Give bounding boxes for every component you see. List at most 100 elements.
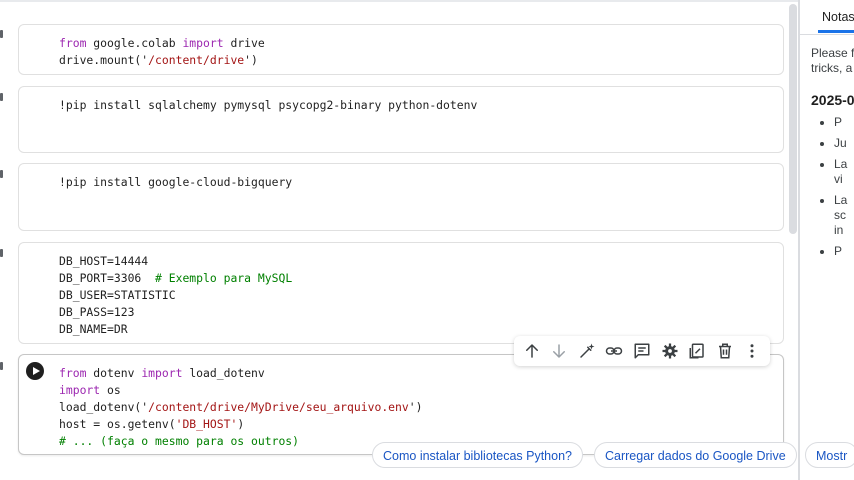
release-note-item: La xyxy=(819,157,848,171)
arrow-down-icon xyxy=(553,344,566,358)
code-line: load_dotenv( '/content/drive/MyDrive/seu_… xyxy=(59,399,422,416)
code-token: ' xyxy=(244,53,252,67)
arrow-up-icon xyxy=(525,344,538,358)
code-token: 'DB_HOST' xyxy=(175,417,238,431)
gear-icon xyxy=(662,343,677,359)
comment-icon xyxy=(634,343,650,359)
intro-line: Please f xyxy=(811,46,854,60)
notebook-area: from google.colab import drive drive.moun… xyxy=(0,0,798,480)
release-note-item: P xyxy=(819,244,843,258)
suggestion-chip-more[interactable]: Mostr xyxy=(805,442,854,468)
release-date-heading: 2025-0 xyxy=(811,92,854,108)
code-token: drive.mount( xyxy=(59,53,142,67)
delete-cell-button[interactable] xyxy=(713,339,737,363)
add-comment-button[interactable] xyxy=(630,339,654,363)
code-cell-active[interactable]: from dotenv import load_dotenv import os l… xyxy=(18,354,784,455)
cell-gutter-marker xyxy=(0,362,3,370)
code-token: load_dotenv xyxy=(182,366,265,380)
code-token: google.colab xyxy=(86,36,183,50)
code-cell[interactable]: !pip install sqlalchemy pymysql psycopg2… xyxy=(18,86,784,153)
code-line: DB_PASS=123 xyxy=(59,304,292,321)
code-token: DB_HOST=14444 xyxy=(59,254,149,268)
code-editor[interactable]: from google.colab import drive drive.moun… xyxy=(59,35,265,69)
code-line: !pip install sqlalchemy pymysql psycopg2… xyxy=(59,97,477,114)
release-notes-intro: Please f tricks, a xyxy=(811,46,854,76)
code-token: import xyxy=(182,36,224,50)
code-editor[interactable]: !pip install google-cloud-bigquery xyxy=(59,174,292,191)
cell-gutter-marker xyxy=(0,93,3,101)
code-token: /content/drive xyxy=(148,53,245,67)
trash-icon xyxy=(718,343,731,359)
code-cell[interactable]: DB_HOST=14444 DB_PORT=3306 # Exemplo para… xyxy=(18,242,784,344)
code-line: !pip install google-cloud-bigquery xyxy=(59,174,292,191)
code-token: DB_USER=STATISTIC xyxy=(59,288,176,302)
more-vertical-icon xyxy=(750,344,754,358)
run-cell-button[interactable] xyxy=(26,362,44,380)
cell-toolbar xyxy=(514,336,770,366)
release-note-item-continued: vi xyxy=(834,172,843,186)
notebook-scrollbar[interactable] xyxy=(789,4,797,234)
more-options-button[interactable] xyxy=(740,339,764,363)
generate-code-button[interactable] xyxy=(575,339,599,363)
cell-gutter-marker xyxy=(0,170,3,178)
tab-notas[interactable]: Notas xyxy=(822,10,854,24)
cell-gutter-marker xyxy=(0,249,3,257)
code-token: !pip install sqlalchemy pymysql psycopg2… xyxy=(59,98,478,112)
code-token: host = os.getenv( xyxy=(59,417,176,431)
code-cell[interactable]: from google.colab import drive drive.moun… xyxy=(18,24,784,75)
suggestion-chip-install-libraries[interactable]: Como instalar bibliotecas Python? xyxy=(372,442,583,468)
move-cell-up-button[interactable] xyxy=(520,339,544,363)
release-note-item: La xyxy=(819,193,848,207)
code-token: # ... (faça o mesmo para os outros) xyxy=(59,434,300,448)
code-line: # ... (faça o mesmo para os outros) xyxy=(59,433,422,450)
cell-gutter-marker xyxy=(0,30,3,38)
code-editor[interactable]: DB_HOST=14444 DB_PORT=3306 # Exemplo para… xyxy=(59,253,292,338)
code-line: drive.mount('/content/drive') xyxy=(59,52,265,69)
code-token: drive xyxy=(223,36,265,50)
code-line: import os xyxy=(59,382,422,399)
tab-icon xyxy=(689,343,704,359)
link-icon xyxy=(606,347,623,355)
code-token: load_dotenv( xyxy=(59,400,142,414)
code-line: from dotenv import load_dotenv xyxy=(59,365,422,382)
code-token: from xyxy=(59,36,87,50)
mirror-cell-button[interactable] xyxy=(685,339,709,363)
release-note-item-continued: sc xyxy=(834,208,846,222)
code-line: DB_HOST=14444 xyxy=(59,253,292,270)
code-token: ) xyxy=(237,417,245,431)
code-cell[interactable]: !pip install google-cloud-bigquery xyxy=(18,163,784,231)
code-editor[interactable]: !pip install sqlalchemy pymysql psycopg2… xyxy=(59,97,477,114)
code-token: # Exemplo para MySQL xyxy=(155,271,293,285)
code-line: DB_USER=STATISTIC xyxy=(59,287,292,304)
code-line: from google.colab import drive xyxy=(59,35,265,52)
code-token: ) xyxy=(251,53,258,67)
cell-settings-button[interactable] xyxy=(658,339,682,363)
code-token: import xyxy=(141,366,183,380)
code-token: DB_PASS=123 xyxy=(59,305,135,319)
copy-link-button[interactable] xyxy=(602,339,626,363)
code-token: import xyxy=(59,383,101,397)
code-line: DB_NAME=DR xyxy=(59,321,292,338)
code-token: DB_PORT=3306 xyxy=(59,271,156,285)
release-note-item: P xyxy=(819,115,843,129)
intro-line: tricks, a xyxy=(811,61,853,75)
code-token: from xyxy=(59,366,87,380)
code-token: /content/drive/MyDrive/seu_arquivo.env xyxy=(148,400,409,414)
code-line: host = os.getenv('DB_HOST') xyxy=(59,416,422,433)
panel-header-divider xyxy=(800,34,854,35)
code-token: !pip install google-cloud-bigquery xyxy=(59,175,293,189)
code-editor[interactable]: from dotenv import load_dotenv import os l… xyxy=(59,365,422,450)
code-token: dotenv xyxy=(86,366,142,380)
code-token: DB_NAME=DR xyxy=(59,322,128,336)
top-divider xyxy=(0,0,798,2)
code-token: ) xyxy=(415,400,423,414)
active-tab-indicator xyxy=(818,30,854,33)
magic-pen-icon xyxy=(580,343,595,358)
code-token: ' xyxy=(408,400,416,414)
side-panel: Notas Please f tricks, a 2025-0 P Ju La … xyxy=(800,0,854,480)
release-note-item: Ju xyxy=(820,136,847,150)
code-token: os xyxy=(100,383,121,397)
move-cell-down-button[interactable] xyxy=(547,339,571,363)
code-line: DB_PORT=3306 # Exemplo para MySQL xyxy=(59,270,292,287)
suggestion-chip-load-drive-data[interactable]: Carregar dados do Google Drive xyxy=(594,442,797,468)
